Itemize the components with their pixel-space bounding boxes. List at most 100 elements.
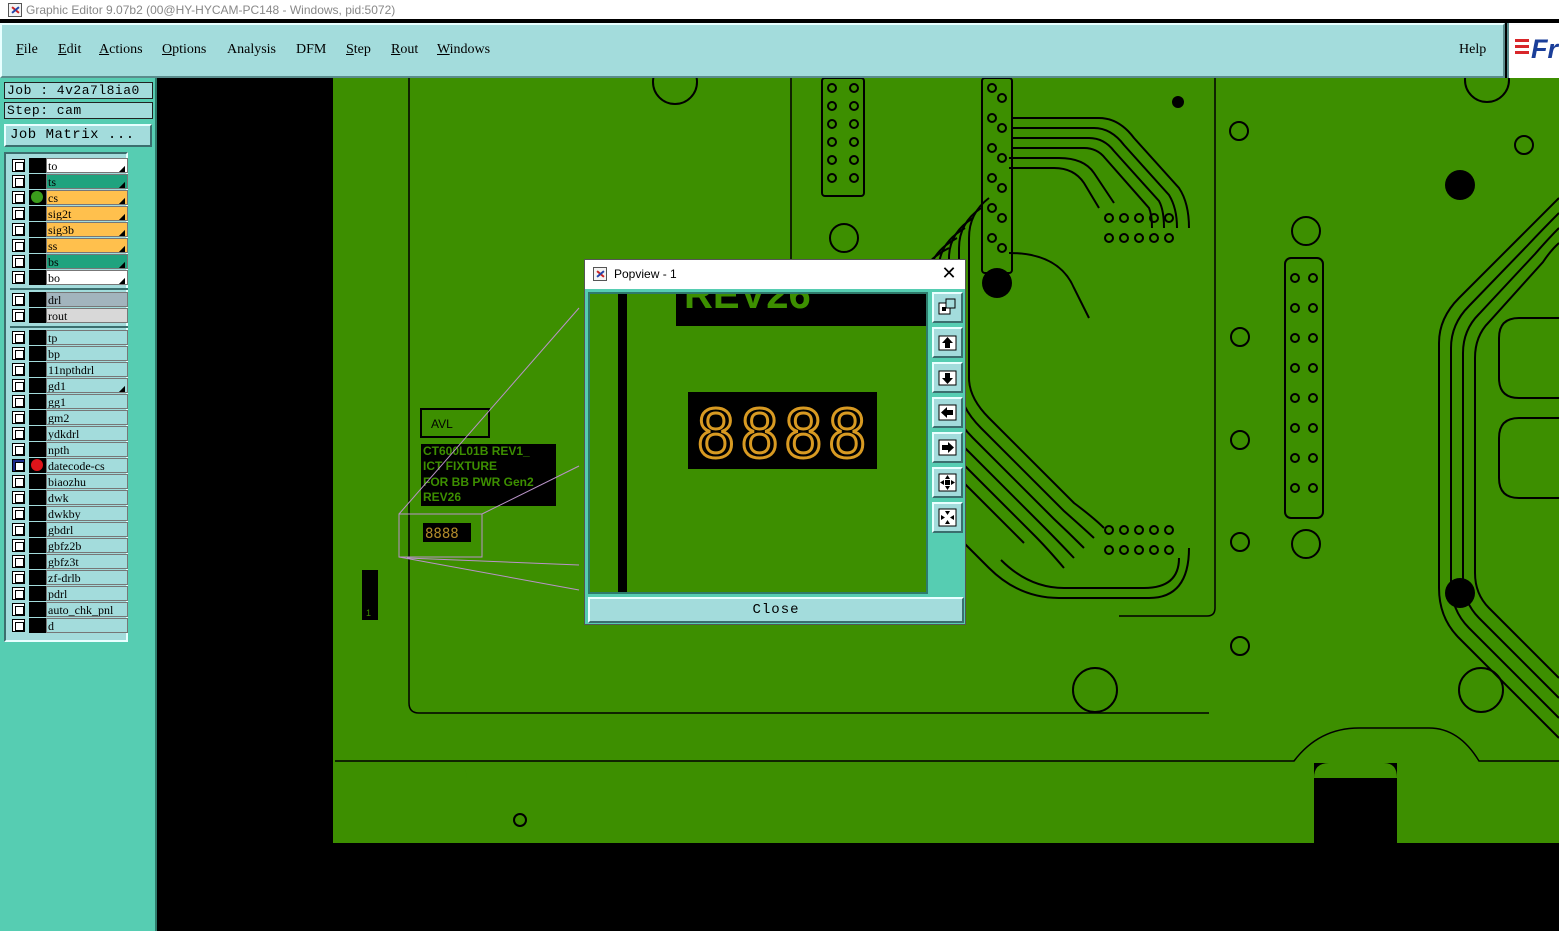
popview-canvas[interactable]: REV26 8888 [588,292,928,594]
layer-checkbox[interactable] [12,459,25,472]
layer-row-datecode-cs[interactable]: datecode-cs [10,458,128,473]
layer-row-dwkby[interactable]: dwkby [10,506,128,521]
zoom-out-button[interactable] [932,502,963,533]
layer-row-drl[interactable]: drl [10,292,128,307]
layer-checkbox[interactable] [12,347,25,360]
layer-row-ss[interactable]: ss ◢ [10,238,128,253]
pan-left-button[interactable] [932,397,963,428]
layer-row-gbdrl[interactable]: gbdrl [10,522,128,537]
menu-options[interactable]: Options [162,42,206,58]
layer-row-biaozhu[interactable]: biaozhu [10,474,128,489]
layer-row-gbfz3t[interactable]: gbfz3t [10,554,128,569]
layer-checkbox[interactable] [12,571,25,584]
layer-checkbox[interactable] [12,395,25,408]
layer-row-gm2[interactable]: gm2 [10,410,128,425]
layer-name: 11npthdrl [46,362,128,377]
layer-checkbox[interactable] [12,411,25,424]
layer-checkbox[interactable] [12,379,25,392]
layer-row-dwk[interactable]: dwk [10,490,128,505]
pan-right-button[interactable] [932,432,963,463]
layer-checkbox[interactable] [12,539,25,552]
layer-row-bs[interactable]: bs ◢ [10,254,128,269]
board-label-line-1: CT600L01B REV1_ [423,444,530,458]
pan-up-button[interactable] [932,327,963,358]
layer-row-ydkdrl[interactable]: ydkdrl [10,426,128,441]
layer-row-gd1[interactable]: gd1 ◢ [10,378,128,393]
layer-row-auto_chk_pnl[interactable]: auto_chk_pnl [10,602,128,617]
board-label-line-2: ICT FIXTURE [423,459,497,473]
layer-row-bo[interactable]: bo ◢ [10,270,128,285]
layer-row-tp[interactable]: tp [10,330,128,345]
layer-checkbox[interactable] [12,191,25,204]
job-matrix-button[interactable]: Job Matrix ... [4,124,152,147]
layer-row-rout[interactable]: rout [10,308,128,323]
layer-row-pdrl[interactable]: pdrl [10,586,128,601]
layer-name: gg1 [46,394,128,409]
menu-actions[interactable]: Actions [99,42,143,58]
layer-name: auto_chk_pnl [46,602,128,617]
layer-checkbox[interactable] [12,207,25,220]
layer-checkbox[interactable] [12,443,25,456]
layer-checkbox[interactable] [12,603,25,616]
layer-checkbox[interactable] [12,363,25,376]
zoom-window-button[interactable] [932,292,963,323]
app-icon [8,2,22,17]
layer-checkbox[interactable] [12,491,25,504]
layer-checkbox[interactable] [12,175,25,188]
layer-row-bp[interactable]: bp [10,346,128,361]
layer-row-11npthdrl[interactable]: 11npthdrl [10,362,128,377]
popview-title-bar[interactable]: Popview - 1 ✕ [585,260,965,289]
layer-checkbox[interactable] [12,555,25,568]
menu-rout[interactable]: Rout [391,42,418,58]
layer-checkbox[interactable] [12,271,25,284]
menu-help[interactable]: Help [1459,42,1486,58]
board-label-line-3: FOR BB PWR Gen2 [423,475,534,489]
layer-checkbox[interactable] [12,427,25,440]
layer-name: datecode-cs [46,458,128,473]
layer-checkbox[interactable] [12,159,25,172]
menu-step[interactable]: Step [346,42,371,58]
zoom-in-button[interactable] [932,467,963,498]
layer-status-dot [29,222,46,237]
layer-row-gg1[interactable]: gg1 [10,394,128,409]
menu-analysis[interactable]: Analysis [227,42,276,58]
layer-row-zf-drlb[interactable]: zf-drlb [10,570,128,585]
layer-row-gbfz2b[interactable]: gbfz2b [10,538,128,553]
layer-checkbox[interactable] [12,309,25,322]
popview-toolbar [930,292,964,594]
layer-checkbox[interactable] [12,293,25,306]
layer-row-npth[interactable]: npth [10,442,128,457]
layer-row-d[interactable]: d [10,618,128,633]
popview-title: Popview - 1 [614,267,677,281]
layer-status-dot [29,362,46,377]
layer-row-sig3b[interactable]: sig3b ◢ [10,222,128,237]
pan-down-button[interactable] [932,362,963,393]
pan-left-icon [938,404,957,421]
layer-affected-icon: ◢ [118,276,125,285]
menu-windows[interactable]: Windows [437,42,490,58]
layer-row-ts[interactable]: ts ◢ [10,174,128,189]
layer-checkbox[interactable] [12,619,25,632]
layer-name: d [46,618,128,633]
layer-name: tp [46,330,128,345]
layer-row-to[interactable]: to ◢ [10,158,128,173]
menu-edit[interactable]: Edit [58,42,81,58]
layer-checkbox[interactable] [12,255,25,268]
layer-status-dot [29,190,46,205]
layer-checkbox[interactable] [12,331,25,344]
pan-up-icon [938,335,957,351]
close-button[interactable]: Close [588,597,964,623]
menu-dfm[interactable]: DFM [296,42,326,58]
layer-checkbox[interactable] [12,223,25,236]
layer-checkbox[interactable] [12,587,25,600]
layer-row-cs[interactable]: cs ◢ [10,190,128,205]
layer-checkbox[interactable] [12,507,25,520]
layer-checkbox[interactable] [12,239,25,252]
layer-checkbox[interactable] [12,523,25,536]
menu-file[interactable]: File [16,42,38,58]
layer-affected-icon: ◢ [118,260,125,269]
close-icon[interactable]: ✕ [939,263,959,285]
layer-row-sig2t[interactable]: sig2t ◢ [10,206,128,221]
layer-checkbox[interactable] [12,475,25,488]
layer-status-dot [29,330,46,345]
